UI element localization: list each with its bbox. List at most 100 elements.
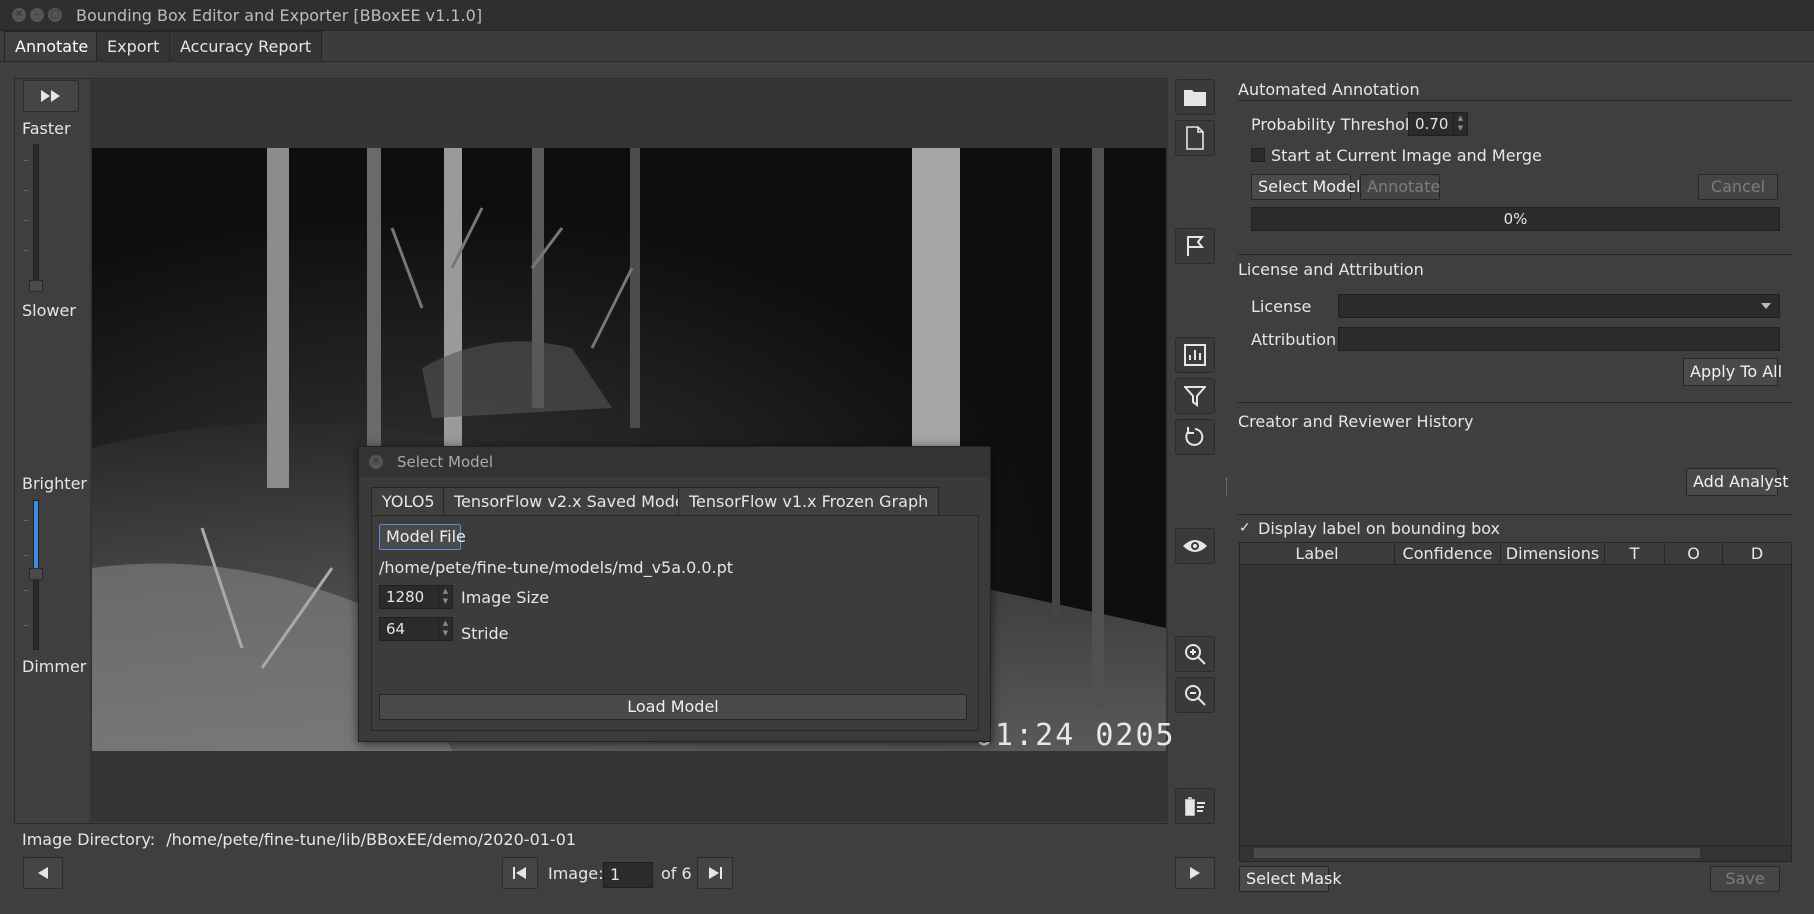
model-path: /home/pete/fine-tune/models/md_v5a.0.0.p… [379,558,734,577]
image-number-label: Image: [548,864,604,883]
license-title: License and Attribution [1238,260,1424,279]
section-separator [1238,100,1792,101]
zoom-out-button[interactable] [1175,677,1215,713]
column-d[interactable]: D [1723,543,1791,565]
slower-label: Slower [22,301,76,320]
maximize-window-icon[interactable]: □ [48,8,62,22]
column-o[interactable]: O [1665,543,1723,565]
image-size-spin-arrows[interactable]: ▲ ▼ [438,586,452,608]
rotate-button[interactable] [1175,419,1215,455]
last-image-button[interactable] [697,857,733,889]
select-model-button[interactable]: Select Model [1251,174,1360,200]
image-size-input[interactable]: 1280 ▲ ▼ [379,585,453,609]
display-label-checkbox[interactable]: ✓ [1239,521,1253,535]
stride-label: Stride [461,624,509,643]
first-image-button[interactable] [502,857,538,889]
tab-export[interactable]: Export [96,31,171,61]
speed-slider[interactable] [33,144,39,292]
probability-threshold-label: Probability Threshold [1251,115,1420,134]
open-folder-button[interactable] [1175,79,1215,115]
triangle-left-icon [38,867,48,879]
statistics-button[interactable] [1175,337,1215,373]
start-merge-checkbox[interactable] [1251,148,1265,162]
timestamp-overlay: 01:24 0205 [975,718,1176,753]
triangle-right-icon [1190,867,1200,879]
apply-to-all-button[interactable]: Apply To All [1683,358,1782,386]
model-file-button[interactable]: Model File [379,524,466,550]
table-header: Label Confidence Dimensions T O D [1240,543,1791,565]
license-label: License [1251,297,1312,316]
speed-button[interactable] [23,80,79,112]
filter-button[interactable] [1175,378,1215,414]
save-button[interactable]: Save [1710,866,1780,892]
splitter-handle[interactable] [1226,478,1229,496]
add-analyst-button[interactable]: Add Analyst [1686,468,1788,496]
tab-tensorflow-v1[interactable]: TensorFlow v1.x Frozen Graph [678,487,940,515]
horizontal-scrollbar[interactable] [1240,845,1791,861]
previous-image-button[interactable] [23,857,63,889]
load-model-button[interactable]: Load Model [379,694,967,720]
close-window-icon[interactable]: ✕ [12,8,26,22]
image-size-label: Image Size [461,588,550,607]
license-select[interactable] [1338,294,1780,318]
delete-icon [1185,797,1205,816]
annotate-button[interactable]: Annotate [1360,174,1440,200]
cancel-button[interactable]: Cancel [1698,174,1778,200]
window-title: Bounding Box Editor and Exporter [BBoxEE… [76,6,483,25]
probability-threshold-input[interactable]: 0.70 ▲ ▼ [1408,112,1468,136]
automated-annotation-title: Automated Annotation [1238,80,1420,99]
yolo5-panel: Model File /home/pete/fine-tune/models/m… [371,515,979,731]
dialog-title-bar: ✕ Select Model [359,447,990,477]
stride-value: 64 [386,620,406,638]
scrollbar-thumb[interactable] [1254,848,1700,858]
section-separator [1238,402,1792,403]
title-bar: ✕ – □ Bounding Box Editor and Exporter [… [0,0,1814,31]
next-image-button[interactable] [1175,857,1215,889]
fast-forward-icon [41,90,60,102]
dialog-close-icon[interactable]: ✕ [369,455,383,469]
chart-icon [1184,344,1206,366]
brightness-slider-handle[interactable] [29,568,43,580]
speed-slider-handle[interactable] [29,280,43,292]
skip-last-icon [709,867,722,879]
image-directory: Image Directory: /home/pete/fine-tune/li… [22,830,576,849]
column-label[interactable]: Label [1240,543,1395,565]
image-directory-label: Image Directory: [22,830,156,849]
probability-threshold-value: 0.70 [1415,115,1449,133]
brighter-label: Brighter [22,474,87,493]
progress-text: 0% [1503,210,1528,228]
skip-first-icon [513,867,526,879]
image-directory-path: /home/pete/fine-tune/lib/BBoxEE/demo/202… [166,830,577,849]
zoom-in-button[interactable] [1175,636,1215,672]
minimize-window-icon[interactable]: – [30,8,44,22]
image-number-input[interactable]: 1 [603,862,653,888]
tab-tensorflow-v2[interactable]: TensorFlow v2.x Saved Model [443,487,701,515]
section-separator [1238,514,1792,515]
column-dimensions[interactable]: Dimensions [1501,543,1605,565]
stride-spin-arrows[interactable]: ▲ ▼ [438,618,452,640]
filter-icon [1182,386,1208,407]
annotations-table[interactable]: Label Confidence Dimensions T O D [1239,542,1792,862]
column-t[interactable]: T [1605,543,1665,565]
visibility-button[interactable] [1175,528,1215,564]
flag-button[interactable] [1175,228,1215,264]
select-mask-button[interactable]: Select Mask [1239,866,1342,892]
threshold-spin-arrows[interactable]: ▲ ▼ [1453,113,1467,135]
zoom-out-icon [1185,685,1206,706]
annotation-progress-bar: 0% [1251,207,1780,231]
faster-label: Faster [22,119,71,138]
attribution-label: Attribution [1251,330,1337,349]
tab-yolo5[interactable]: YOLO5 [371,487,446,515]
display-label-text: Display label on bounding box [1258,519,1500,538]
delete-all-button[interactable] [1175,788,1215,824]
zoom-in-icon [1185,644,1206,665]
column-confidence[interactable]: Confidence [1395,543,1501,565]
brightness-slider-fill [34,501,38,569]
open-file-button[interactable] [1175,120,1215,156]
tab-annotate[interactable]: Annotate [4,31,100,61]
tab-accuracy-report[interactable]: Accuracy Report [169,31,323,61]
stride-input[interactable]: 64 ▲ ▼ [379,617,453,641]
folder-icon [1184,90,1206,106]
eye-icon [1183,540,1207,552]
attribution-input[interactable] [1338,327,1780,351]
